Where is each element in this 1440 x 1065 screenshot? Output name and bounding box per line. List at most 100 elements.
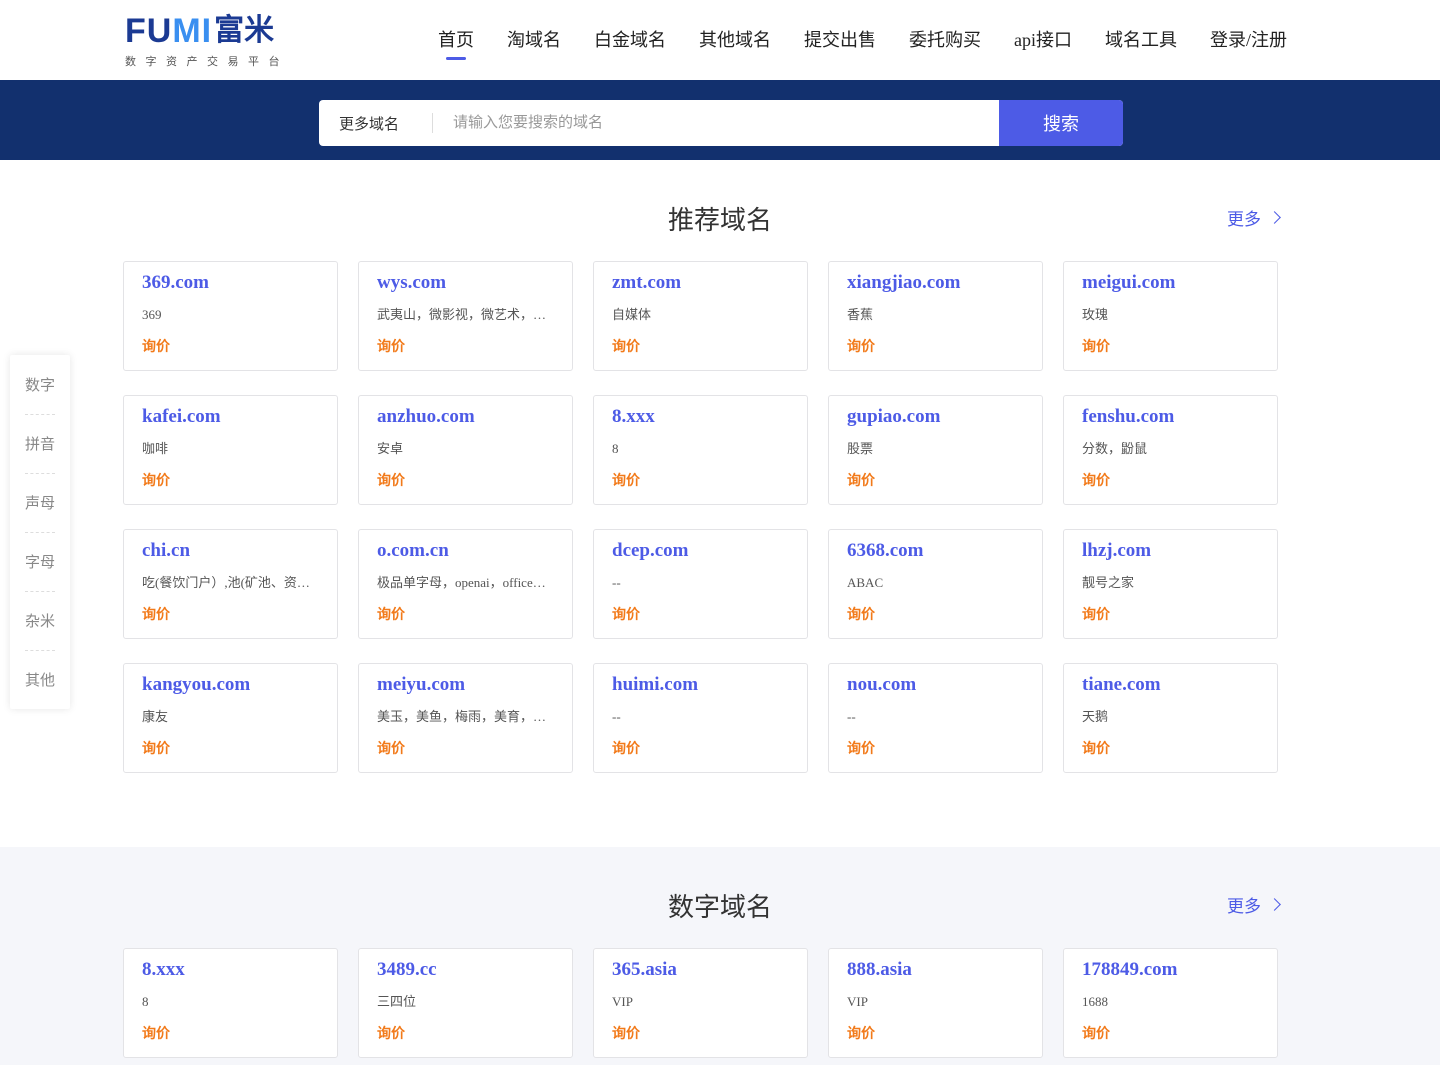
domain-card[interactable]: meigui.com 玫瑰询价 <box>1063 261 1278 371</box>
domain-card[interactable]: xiangjiao.com 香蕉 询价 <box>828 261 1043 371</box>
side-menu-item[interactable]: 声母 <box>10 473 70 532</box>
nav-item-5[interactable]: 委托购买 <box>909 28 981 52</box>
domain-card[interactable]: tiane.com 天鹅 询价 <box>1063 663 1278 773</box>
side-menu-item[interactable]: 拼音 <box>10 414 70 473</box>
price-inquiry[interactable]: 询价 <box>612 740 789 758</box>
domain-card[interactable]: anzhuo.com 安卓询价 <box>358 395 573 505</box>
price-inquiry[interactable]: 询价 <box>142 606 319 624</box>
price-inquiry[interactable]: 询价 <box>1082 1025 1259 1043</box>
domain-name[interactable]: 8.xxx <box>612 406 789 428</box>
price-inquiry[interactable]: 询价 <box>142 472 319 490</box>
side-menu-item[interactable]: 字母 <box>10 532 70 591</box>
price-inquiry[interactable]: 询价 <box>847 1025 1024 1043</box>
domain-card[interactable]: chi.cn 吃(餐饮门户）,池(矿池、资… 询价 <box>123 529 338 639</box>
domain-name[interactable]: fenshu.com <box>1082 406 1259 428</box>
price-inquiry[interactable]: 询价 <box>847 740 1024 758</box>
price-inquiry[interactable]: 询价 <box>377 606 554 624</box>
domain-name[interactable]: tiane.com <box>1082 674 1259 696</box>
price-inquiry[interactable]: 询价 <box>1082 606 1259 624</box>
domain-card[interactable]: 3489.cc 三四位 询价 <box>358 948 573 1058</box>
domain-name[interactable]: zmt.com <box>612 272 789 294</box>
search-input[interactable] <box>433 100 999 146</box>
domain-name[interactable]: 369.com <box>142 272 319 294</box>
domain-card[interactable]: 369.com 369 询价 <box>123 261 338 371</box>
domain-card[interactable]: huimi.com -- 询价 <box>593 663 808 773</box>
domain-name[interactable]: 365.asia <box>612 959 789 981</box>
domain-card[interactable]: 8.xxx 8 询价 <box>593 395 808 505</box>
domain-card[interactable]: 8.xxx 8 询价 <box>123 948 338 1058</box>
price-inquiry[interactable]: 询价 <box>612 1025 789 1043</box>
domain-card[interactable]: lhzj.com 靓号之家 询价 <box>1063 529 1278 639</box>
domain-card[interactable]: wys.com 武夷山，微影视，微艺术，… 询价 <box>358 261 573 371</box>
nav-item-6[interactable]: api接口 <box>1014 28 1072 52</box>
domain-card[interactable]: meiyu.com 美玉，美鱼，梅雨，美育，… 询价 <box>358 663 573 773</box>
price-inquiry[interactable]: 询价 <box>612 338 789 356</box>
domain-name[interactable]: wys.com <box>377 272 554 294</box>
domain-name[interactable]: lhzj.com <box>1082 540 1259 562</box>
nav-item-7[interactable]: 域名工具 <box>1105 28 1177 52</box>
domain-card[interactable]: 888.asia VIP 询价 <box>828 948 1043 1058</box>
domain-card[interactable]: nou.com -- 询价 <box>828 663 1043 773</box>
domain-card[interactable]: kafei.com 咖啡 询价 <box>123 395 338 505</box>
nav-item-0[interactable]: 首页 <box>438 28 474 52</box>
price-inquiry[interactable]: 询价 <box>612 472 789 490</box>
search-button[interactable]: 搜索 <box>999 100 1123 146</box>
price-inquiry[interactable]: 询价 <box>377 1025 554 1043</box>
domain-name[interactable]: dcep.com <box>612 540 789 562</box>
price-inquiry[interactable]: 询价 <box>377 472 554 490</box>
price-inquiry[interactable]: 询价 <box>612 606 789 624</box>
fumi-logo[interactable]: FUMI 富米 数字资产交易平台 <box>125 12 290 70</box>
price-inquiry[interactable]: 询价 <box>142 1025 319 1043</box>
domain-card[interactable]: o.com.cn 极品单字母，openai，office… 询价 <box>358 529 573 639</box>
top-header: FUMI 富米 数字资产交易平台 首页 淘域名 白金域名 其他域名 提交出售 委托购买 ap… <box>0 0 1440 80</box>
domain-name[interactable]: meigui.com <box>1082 272 1259 294</box>
nav-item-2[interactable]: 白金域名 <box>594 28 666 52</box>
domain-name[interactable]: o.com.cn <box>377 540 554 562</box>
domain-card[interactable]: 178849.com 1688 询价 <box>1063 948 1278 1058</box>
domain-description: 玫瑰 <box>1082 307 1109 322</box>
domain-card[interactable]: 6368.com ABAC 询价 <box>828 529 1043 639</box>
domain-name[interactable]: 888.asia <box>847 959 1024 981</box>
domain-card[interactable]: dcep.com -- 询价 <box>593 529 808 639</box>
domain-name[interactable]: huimi.com <box>612 674 789 696</box>
search-scope-select[interactable]: 更多域名 <box>319 100 433 146</box>
domain-name[interactable]: nou.com <box>847 674 1024 696</box>
price-inquiry[interactable]: 询价 <box>142 338 319 356</box>
domain-card[interactable]: zmt.com 自媒体 询价 <box>593 261 808 371</box>
price-inquiry[interactable]: 询价 <box>142 740 319 758</box>
price-inquiry[interactable]: 询价 <box>847 472 1024 490</box>
price-inquiry[interactable]: 询价 <box>847 606 1024 624</box>
domain-name[interactable]: 8.xxx <box>142 959 319 981</box>
price-inquiry[interactable]: 询价 <box>377 740 554 758</box>
domain-name[interactable]: 178849.com <box>1082 959 1259 981</box>
section-title: 数字域名 <box>667 893 772 922</box>
domain-card[interactable]: kangyou.com 康友 询价 <box>123 663 338 773</box>
nav-item-8[interactable]: 登录/注册 <box>1210 28 1287 52</box>
domain-card[interactable]: fenshu.com 分数，鼢鼠 询价 <box>1063 395 1278 505</box>
side-menu-item[interactable]: 杂米 <box>10 591 70 650</box>
domain-card[interactable]: gupiao.com 股票 询价 <box>828 395 1043 505</box>
price-inquiry[interactable]: 询价 <box>1082 472 1259 490</box>
nav-item-3[interactable]: 其他域名 <box>699 28 771 52</box>
price-inquiry[interactable]: 询价 <box>377 338 554 356</box>
side-menu-item[interactable]: 其他 <box>10 650 70 709</box>
domain-name[interactable]: kangyou.com <box>142 674 319 696</box>
domain-card[interactable]: 365.asia VIP 询价 <box>593 948 808 1058</box>
domain-name[interactable]: chi.cn <box>142 540 319 562</box>
domain-description: 安卓 <box>377 441 404 456</box>
price-inquiry[interactable]: 询价 <box>1082 338 1259 356</box>
domain-name[interactable]: 3489.cc <box>377 959 554 981</box>
side-menu-item[interactable]: 数字 <box>10 355 70 414</box>
more-link[interactable]: 更多 <box>1227 892 1281 917</box>
domain-name[interactable]: 6368.com <box>847 540 1024 562</box>
nav-item-4[interactable]: 提交出售 <box>804 28 876 52</box>
domain-name[interactable]: anzhuo.com <box>377 406 554 428</box>
nav-item-1[interactable]: 淘域名 <box>507 28 561 52</box>
domain-name[interactable]: kafei.com <box>142 406 319 428</box>
domain-name[interactable]: meiyu.com <box>377 674 554 696</box>
domain-name[interactable]: xiangjiao.com <box>847 272 1024 294</box>
more-link[interactable]: 更多 <box>1227 205 1281 230</box>
price-inquiry[interactable]: 询价 <box>847 338 1024 356</box>
price-inquiry[interactable]: 询价 <box>1082 740 1259 758</box>
domain-name[interactable]: gupiao.com <box>847 406 1024 428</box>
